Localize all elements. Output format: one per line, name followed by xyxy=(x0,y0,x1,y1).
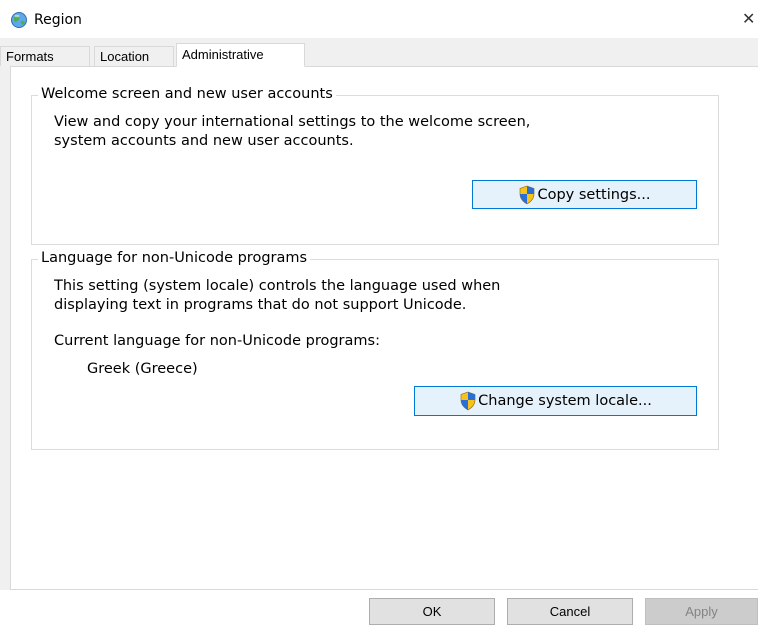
non-unicode-description-line1: This setting (system locale) controls th… xyxy=(54,278,501,294)
current-language-value: Greek (Greece) xyxy=(87,361,198,377)
region-globe-icon xyxy=(11,12,27,28)
tab-location-label: Location xyxy=(100,49,150,64)
cancel-label: Cancel xyxy=(549,604,591,619)
tab-formats[interactable]: Formats xyxy=(0,46,90,66)
title-bar: Region ✕ xyxy=(0,0,758,38)
close-icon[interactable]: ✕ xyxy=(742,10,758,28)
tab-formats-label: Formats xyxy=(6,49,54,64)
cancel-button[interactable]: Cancel xyxy=(507,598,633,625)
copy-settings-label: Copy settings... xyxy=(537,186,651,203)
non-unicode-group-title: Language for non-Unicode programs xyxy=(38,250,311,266)
tab-location[interactable]: Location xyxy=(94,46,174,66)
uac-shield-icon xyxy=(520,185,535,204)
welcome-screen-group-title: Welcome screen and new user accounts xyxy=(38,86,336,102)
change-system-locale-button[interactable]: Change system locale... xyxy=(414,386,697,416)
apply-button[interactable]: Apply xyxy=(645,598,758,625)
uac-shield-icon xyxy=(460,391,476,411)
tab-administrative[interactable]: Administrative xyxy=(176,43,305,67)
welcome-description-line2: system accounts and new user accounts. xyxy=(54,133,354,149)
copy-settings-button[interactable]: Copy settings... xyxy=(472,180,697,209)
window-title: Region xyxy=(34,12,82,28)
welcome-description-line1: View and copy your international setting… xyxy=(54,114,531,130)
change-system-locale-label: Change system locale... xyxy=(478,393,652,409)
ok-button[interactable]: OK xyxy=(369,598,495,625)
current-language-label: Current language for non-Unicode program… xyxy=(54,333,380,349)
apply-label: Apply xyxy=(685,604,718,619)
non-unicode-description-line2: displaying text in programs that do not … xyxy=(54,297,467,313)
tab-administrative-label: Administrative xyxy=(182,47,264,62)
ok-label: OK xyxy=(422,604,442,619)
